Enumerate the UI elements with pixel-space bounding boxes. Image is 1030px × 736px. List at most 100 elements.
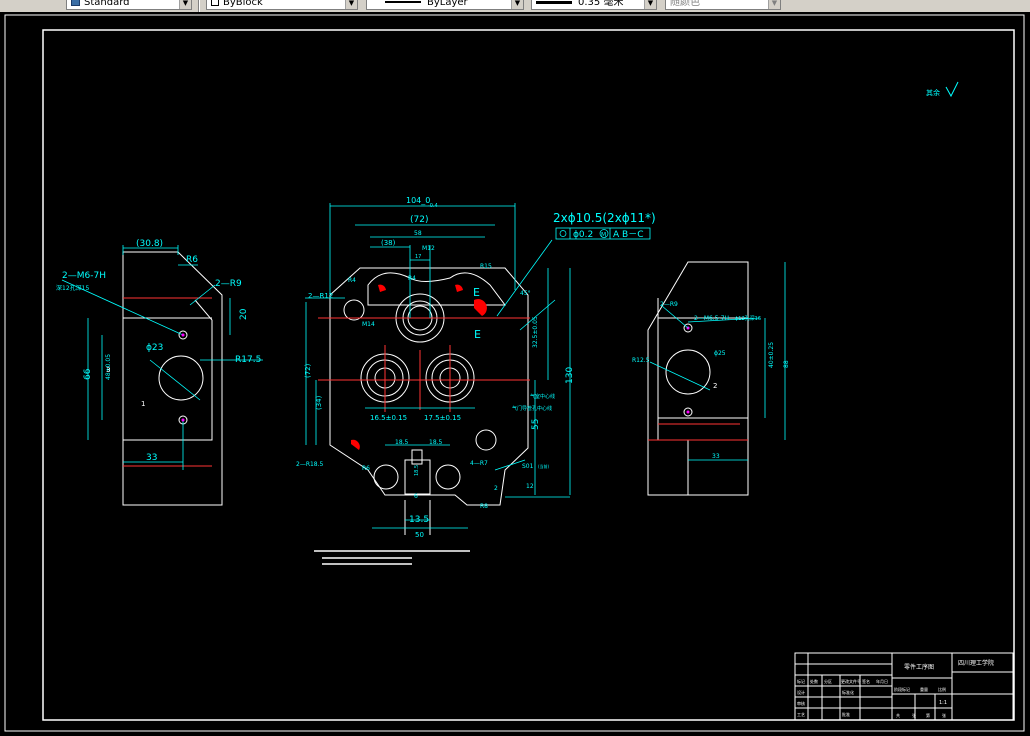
dim-r9: 2—R9 <box>215 279 242 289</box>
face-number-1: 1 <box>141 400 145 408</box>
chevron-down-icon[interactable]: ▼ <box>345 0 357 9</box>
dim-s01-note: (当前) <box>538 463 550 469</box>
dim-55: 55 <box>531 419 541 430</box>
face-number-3: 3 <box>106 366 110 374</box>
tb-stage: 阶段标记 <box>894 686 910 692</box>
tb-sheet-total: 共 <box>896 712 900 718</box>
tb-review: 审核 <box>797 700 805 706</box>
note-chamber-centerline: 气室中心线 <box>530 393 555 400</box>
dim-16-5: 16.5±0.15 <box>370 414 407 422</box>
tb-zone: 分区 <box>824 678 832 684</box>
dim-phi25: ϕ25 <box>714 350 726 357</box>
dim-30-8: (30.8) <box>136 239 163 249</box>
tb-mark: 标记 <box>797 678 805 684</box>
chevron-down-icon[interactable]: ▼ <box>644 0 656 9</box>
tb-count: 处数 <box>810 678 818 684</box>
linetype-preview-icon <box>385 1 421 3</box>
dim-130: 130 <box>565 367 575 384</box>
chevron-down-icon[interactable]: ▼ <box>768 0 780 9</box>
dim-32-5: 32.5±0.05 <box>532 316 539 348</box>
fcf-mmc: M <box>601 232 606 239</box>
dim-r8: R8 <box>480 503 488 510</box>
dim-r4: R4 <box>408 275 416 282</box>
lineweight-value: 0.35 毫米 <box>578 0 624 8</box>
plot-style-dropdown[interactable]: 随颜色 ▼ <box>665 0 781 10</box>
fcf-tolerance: ϕ0.2 <box>573 230 593 240</box>
toolbar-separator <box>198 0 200 12</box>
hole-spec: 2xϕ10.5(2xϕ11*) <box>553 211 656 225</box>
dim-17: 17 <box>415 254 421 260</box>
dim-r7: 4—R7 <box>470 460 488 467</box>
school-name: 四川理工学院 <box>958 659 994 667</box>
chevron-down-icon[interactable]: ▼ <box>511 0 523 9</box>
thread-callout-right: 2—M6.5-7H <box>694 315 729 322</box>
color-swatch-icon <box>211 0 219 6</box>
dim-72: (72) <box>410 215 428 225</box>
text-style-value: Standard <box>84 0 130 8</box>
dim-88: 88 <box>783 360 790 368</box>
dim-18-5a: 18.5 <box>395 439 409 446</box>
drawing-title: 零件工序图 <box>904 663 934 671</box>
dim-33: 33 <box>146 453 157 463</box>
fcf-datum: A B－C <box>613 230 643 240</box>
dim-50: 50 <box>415 531 424 539</box>
dim-18-5v: 18.5 <box>414 465 420 476</box>
tb-scale-label: 比例 <box>938 686 946 692</box>
dim-h72: (72) <box>304 363 312 378</box>
roughness-stamp-label: 其余 <box>926 88 940 97</box>
dim-r9-right: 2—R9 <box>660 301 678 308</box>
tb-standard: 标准化 <box>842 689 854 695</box>
dim-m12: M12 <box>422 245 435 252</box>
dim-17-5: 17.5±0.15 <box>424 414 461 422</box>
dim-2: 2 <box>494 485 498 492</box>
drawing-canvas[interactable]: 其余 (30.8) R6 2—R9 2—M6-7H 深12孔深15 20 ϕ23… <box>0 12 1030 736</box>
dim-h34: (34) <box>315 395 323 410</box>
color-dropdown[interactable]: ByBlock ▼ <box>206 0 358 10</box>
dim-45: 45° <box>520 290 531 297</box>
tb-sheet-total-unit: 张 <box>912 712 916 718</box>
dim-104-tol: -0.4 <box>428 203 438 209</box>
dim-6: 6 <box>414 493 418 500</box>
tb-sheet-num-unit: 张 <box>942 712 946 718</box>
tb-approve: 批准 <box>842 711 850 717</box>
dim-33-right: 33 <box>712 453 720 460</box>
dim-r4b: R4 <box>348 277 356 284</box>
section-e-top: E <box>473 286 480 299</box>
dim-phi23: ϕ23 <box>146 343 163 353</box>
dim-104: 104_0 <box>406 196 430 205</box>
feature-control-frame: ϕ0.2 M A B－C <box>555 227 651 240</box>
lineweight-preview-icon <box>536 0 572 4</box>
tb-date: 年月日 <box>876 678 888 684</box>
tb-sheet-num: 第 <box>926 712 930 718</box>
face-number-2: 2 <box>713 382 717 390</box>
dim-r12-5: R12.5 <box>632 357 650 364</box>
color-value: ByBlock <box>223 0 263 8</box>
dim-20: 20 <box>239 308 249 320</box>
dim-r6: R6 <box>186 255 198 265</box>
dim-38: (38) <box>381 239 396 247</box>
dim-18-5b: 18.5 <box>429 439 443 446</box>
thread-note-right: ϕ12孔深16 <box>735 315 761 322</box>
dim-r12: 2—R12 <box>308 292 333 300</box>
dim-13-5: 13.5 <box>409 515 429 525</box>
dim-r17-5: R17.5 <box>235 355 261 365</box>
dim-66: 66 <box>83 368 93 380</box>
tb-change-doc: 更改文件号 <box>841 678 861 684</box>
tb-process: 工艺 <box>797 712 805 717</box>
note-guide-centerline: 气门导管孔中心线 <box>512 405 552 412</box>
tb-design: 设计 <box>797 689 805 695</box>
dim-r15: R15 <box>480 263 492 270</box>
thread-callout: 2—M6-7H <box>62 271 106 281</box>
tb-weight: 重量 <box>920 686 928 692</box>
tb-sign: 签名 <box>862 678 870 684</box>
dim-s01: S01 <box>522 463 534 470</box>
dim-m14: M14 <box>362 321 375 328</box>
lineweight-dropdown[interactable]: 0.35 毫米 ▼ <box>531 0 657 10</box>
text-style-icon <box>71 0 80 6</box>
chevron-down-icon[interactable]: ▼ <box>179 0 191 9</box>
text-style-dropdown[interactable]: Standard ▼ <box>66 0 192 10</box>
dim-r18-5: 2—R18.5 <box>296 461 324 468</box>
section-e-bottom: E <box>474 328 481 341</box>
linetype-dropdown[interactable]: ByLayer ▼ <box>366 0 524 10</box>
dim-r6b: R6 <box>362 465 370 472</box>
